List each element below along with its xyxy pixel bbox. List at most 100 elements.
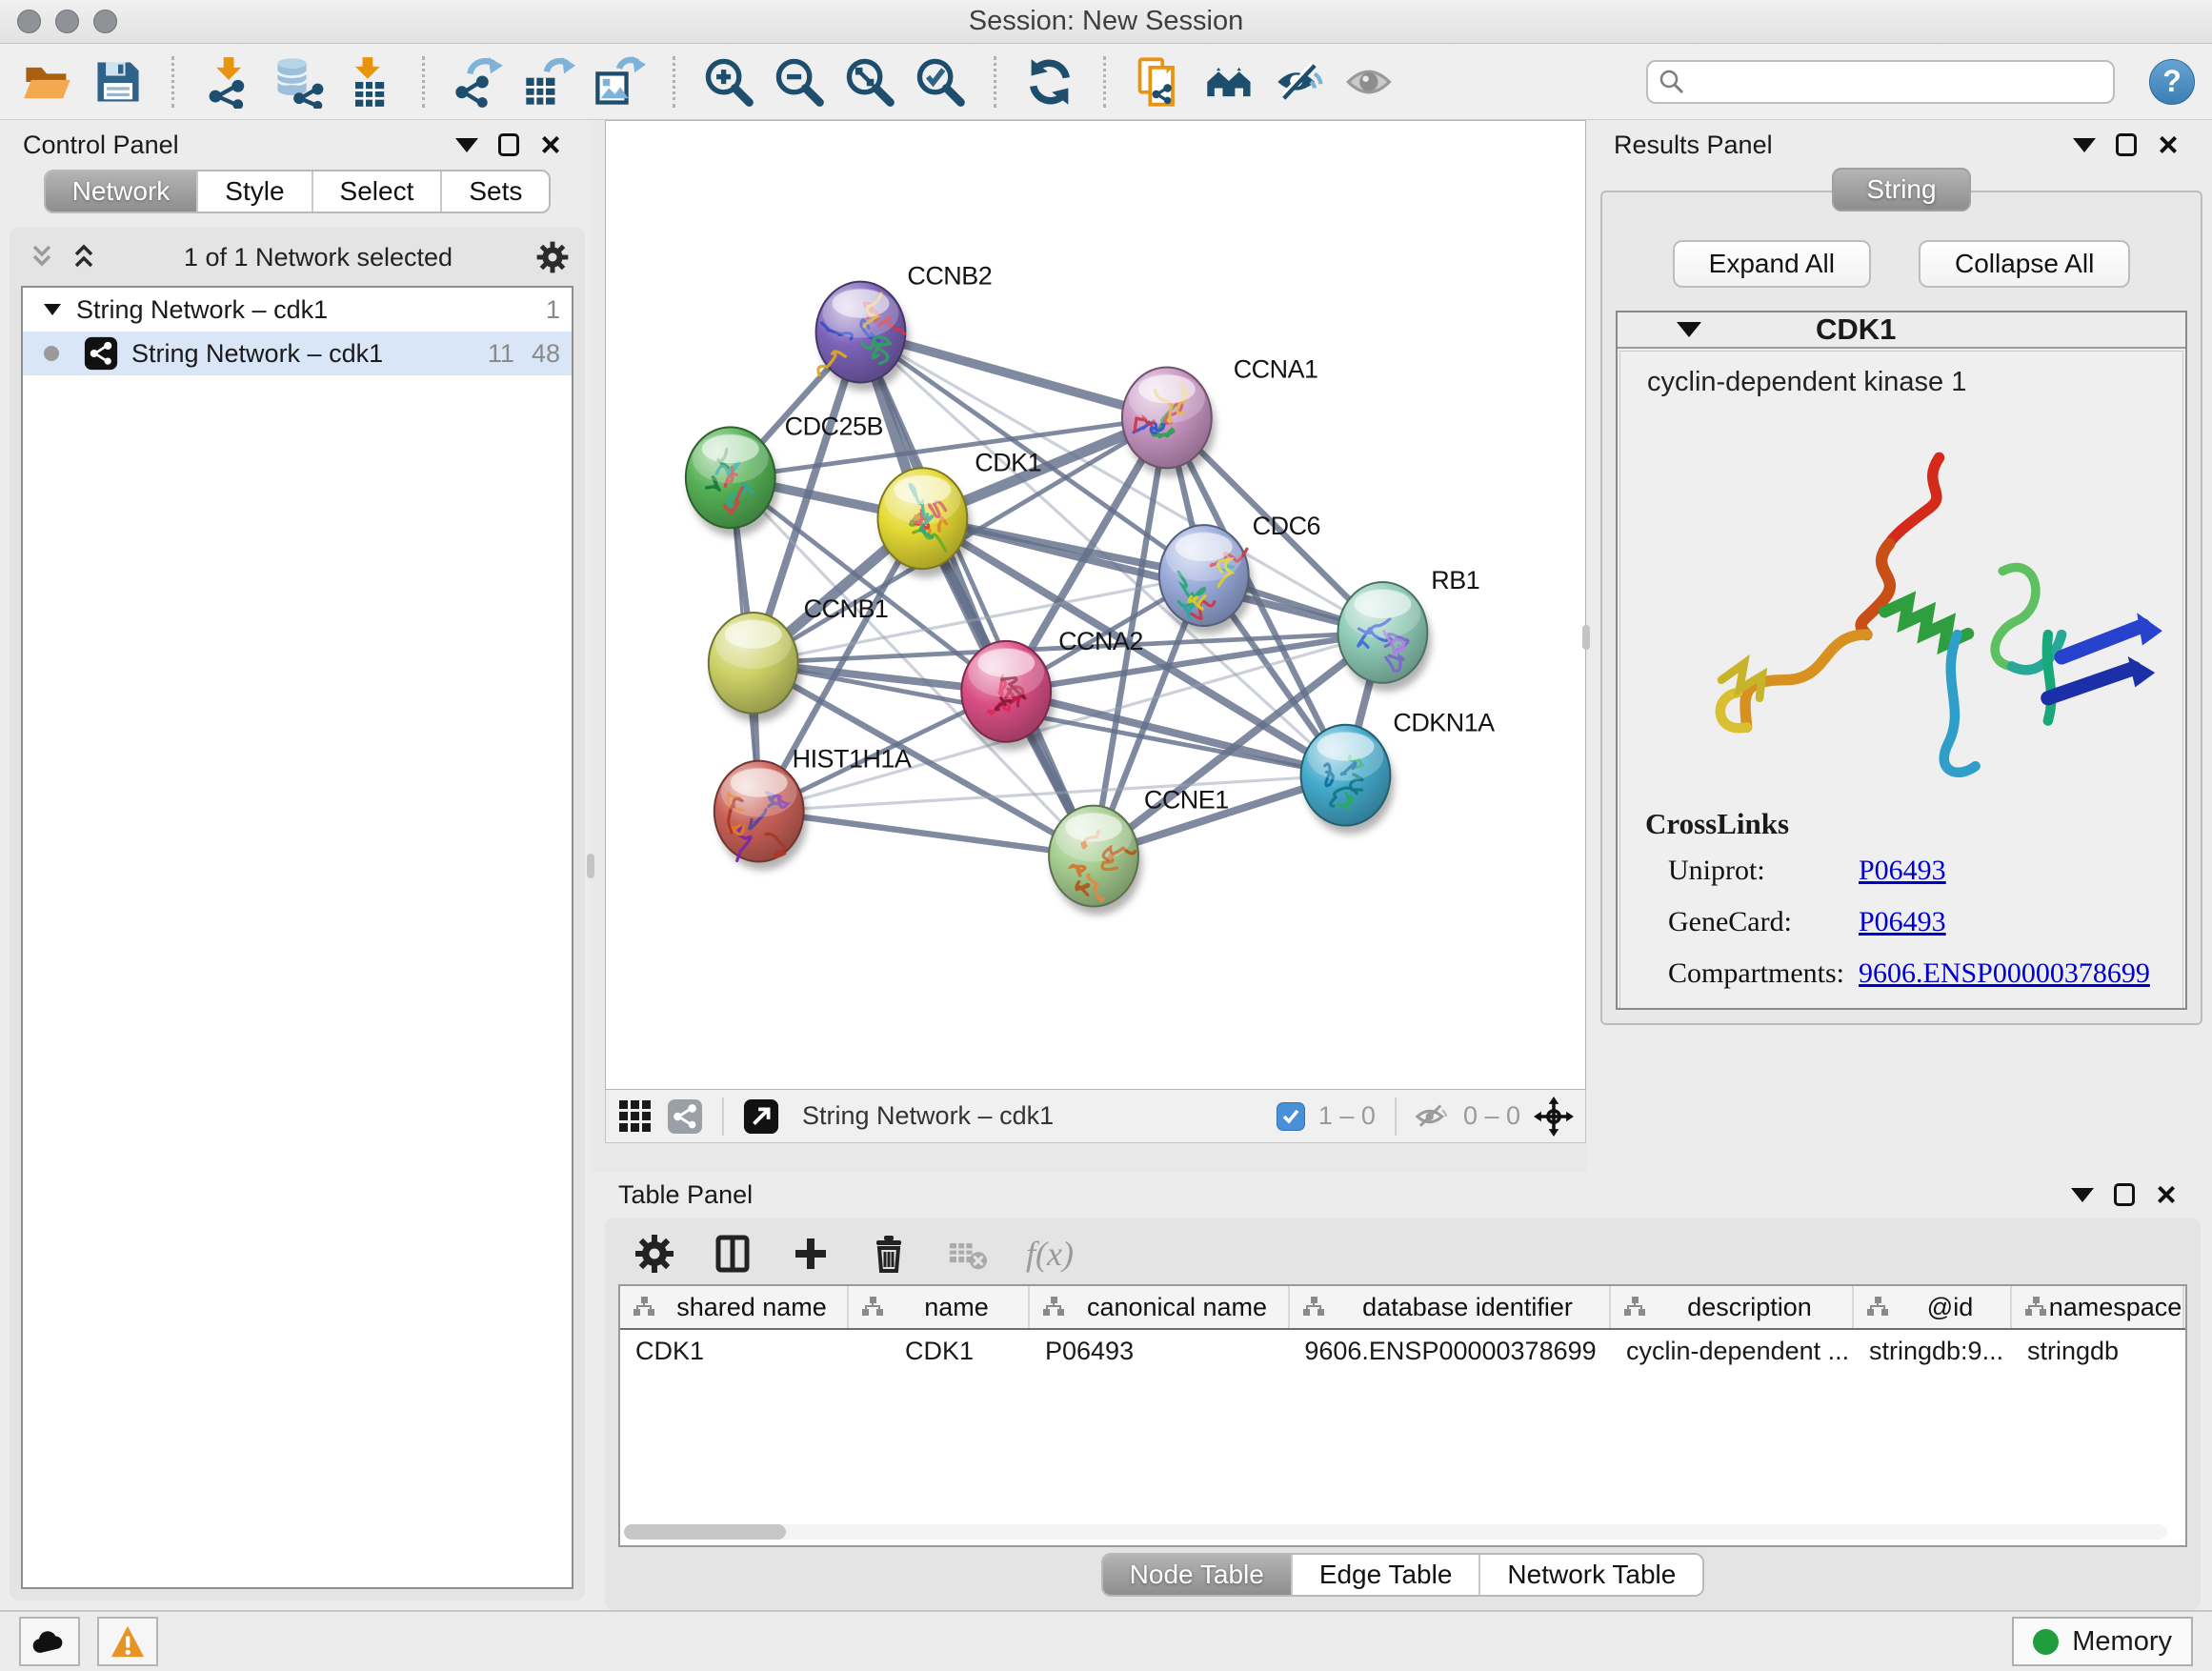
import-table-button[interactable] (338, 51, 399, 112)
node-details-header[interactable]: CDK1 (1618, 312, 2185, 349)
export-table-button[interactable] (518, 51, 579, 112)
duplicate-network-button[interactable] (1129, 51, 1190, 112)
collapse-all-networks-button[interactable] (21, 240, 63, 274)
column-header-description[interactable]: description (1611, 1286, 1854, 1328)
table-panel-close-button[interactable]: × (2145, 1178, 2187, 1212)
table-panel-float-button[interactable] (2103, 1178, 2145, 1212)
column-header-shared-name[interactable]: shared name (620, 1286, 849, 1328)
expand-all-button[interactable]: Expand All (1673, 240, 1871, 288)
results-panel-header: Results Panel × (1600, 122, 2202, 168)
results-panel-float-button[interactable] (2105, 128, 2147, 162)
tab-edge-table[interactable]: Edge Table (1293, 1555, 1481, 1595)
table-panel-header: Table Panel × (605, 1172, 2201, 1218)
tab-network[interactable]: Network (46, 171, 199, 211)
control-panel-menu-button[interactable] (446, 128, 488, 162)
save-session-button[interactable] (88, 51, 149, 112)
zoom-selected-button[interactable] (910, 51, 971, 112)
zoom-fit-button[interactable] (839, 51, 900, 112)
control-panel-close-button[interactable]: × (530, 128, 572, 162)
import-network-button[interactable] (197, 51, 258, 112)
crosslink-link[interactable]: 9606.ENSP00000378699 (1859, 1009, 2150, 1010)
table-cell[interactable]: cyclin-dependent ... (1611, 1330, 1854, 1372)
grid-view-icon[interactable] (617, 1098, 654, 1135)
table-cell[interactable]: P06493 (1030, 1330, 1290, 1372)
expand-all-networks-button[interactable] (63, 240, 105, 274)
results-panel-close-button[interactable]: × (2147, 128, 2189, 162)
column-header-database-identifier[interactable]: database identifier (1290, 1286, 1611, 1328)
zoom-in-button[interactable] (698, 51, 759, 112)
node-CCNE1[interactable] (1049, 806, 1142, 916)
warnings-button[interactable] (97, 1617, 158, 1666)
help-button[interactable]: ? (2149, 59, 2195, 105)
cloud-status-button[interactable] (19, 1617, 80, 1666)
first-neighbors-button[interactable] (1199, 51, 1260, 112)
float-window-icon (2116, 133, 2137, 156)
pan-crosshair-icon[interactable] (1534, 1097, 1574, 1137)
table-cell[interactable]: stringdb:9... (1854, 1330, 2012, 1372)
crosslink-row: GeneCard:P06493 (1668, 906, 2179, 938)
show-all-button[interactable] (1340, 51, 1401, 112)
first-neighbors-icon (1203, 55, 1257, 109)
node-CCNA1[interactable] (1122, 367, 1216, 476)
birds-eye-view-icon[interactable] (743, 1098, 779, 1135)
column-header-canonical-name[interactable]: canonical name (1030, 1286, 1290, 1328)
table-row[interactable]: CDK1CDK1P064939606.ENSP00000378699cyclin… (620, 1330, 2185, 1372)
refresh-button[interactable] (1019, 51, 1080, 112)
scrollbar-thumb[interactable] (624, 1524, 786, 1540)
edge-HIST1H1A-CCNE1[interactable] (759, 812, 1094, 856)
network-collection-row[interactable]: String Network – cdk1 1 (23, 288, 572, 332)
network-view-mode-icon[interactable] (667, 1098, 703, 1135)
export-image-button[interactable] (589, 51, 650, 112)
tab-node-table[interactable]: Node Table (1103, 1555, 1293, 1595)
crosslink-link[interactable]: 9606.ENSP00000378699 (1859, 957, 2150, 990)
delete-column-icon[interactable] (868, 1233, 910, 1275)
node-label-CDKN1A: CDKN1A (1393, 709, 1495, 737)
crosslink-link[interactable]: P06493 (1859, 906, 1946, 938)
control-panel-float-button[interactable] (488, 128, 530, 162)
export-network-icon (452, 55, 505, 109)
column-header-@id[interactable]: @id (1854, 1286, 2012, 1328)
node-CDK1[interactable] (877, 468, 971, 577)
column-type-icon (860, 1296, 885, 1319)
search-input[interactable] (1646, 60, 2115, 104)
tab-sets[interactable]: Sets (442, 171, 549, 211)
duplicate-network-icon (1133, 55, 1186, 109)
hide-selected-button[interactable] (1270, 51, 1331, 112)
zoom-out-button[interactable] (769, 51, 830, 112)
node-RB1[interactable] (1337, 582, 1431, 692)
tab-style[interactable]: Style (198, 171, 312, 211)
tab-string[interactable]: String (1832, 168, 1970, 211)
export-network-button[interactable] (448, 51, 509, 112)
horizontal-scrollbar[interactable] (624, 1524, 2167, 1540)
table-cell[interactable]: stringdb (2012, 1330, 2184, 1372)
table-cell[interactable]: 9606.ENSP00000378699 (1290, 1330, 1611, 1372)
memory-button[interactable]: Memory (2012, 1617, 2193, 1666)
results-panel-menu-button[interactable] (2063, 128, 2105, 162)
table-panel-menu-button[interactable] (2061, 1178, 2103, 1212)
table-options-gear-icon[interactable] (633, 1233, 675, 1275)
show-columns-icon[interactable] (712, 1233, 754, 1275)
network-canvas[interactable]: CCNB2CCNA1CDC25BCDK1CDC6RB1CCNB1CCNA2CDK… (605, 120, 1586, 1090)
column-header-name[interactable]: name (849, 1286, 1030, 1328)
column-header-label: @id (1890, 1293, 2010, 1322)
panel-resize-handle[interactable] (1582, 625, 1590, 650)
import-network-database-button[interactable] (268, 51, 329, 112)
tab-network-table[interactable]: Network Table (1480, 1555, 1702, 1595)
network-row-selected[interactable]: String Network – cdk1 11 48 (23, 332, 572, 375)
crosslink-row: Compartments:9606.ENSP00000378699 (1668, 957, 2179, 990)
column-header-namespace[interactable]: namespace (2012, 1286, 2184, 1328)
open-session-button[interactable] (17, 51, 78, 112)
collapse-all-button[interactable]: Collapse All (1919, 240, 2130, 288)
table-panel-body: f(x) shared namenamecanonical namedataba… (605, 1218, 2201, 1610)
node-HIST1H1A[interactable] (714, 761, 808, 871)
table-cell[interactable]: CDK1 (620, 1330, 849, 1372)
table-cell[interactable]: CDK1 (849, 1330, 1030, 1372)
node-CCNB2[interactable] (816, 282, 910, 392)
tab-select[interactable]: Select (313, 171, 443, 211)
crosslink-link[interactable]: P06493 (1859, 855, 1946, 887)
import-network-database-icon (271, 55, 325, 109)
node-CDKN1A[interactable] (1301, 725, 1395, 835)
selected-items-checkbox[interactable] (1277, 1102, 1305, 1131)
add-column-icon[interactable] (790, 1233, 832, 1275)
network-options-button[interactable] (532, 240, 573, 274)
